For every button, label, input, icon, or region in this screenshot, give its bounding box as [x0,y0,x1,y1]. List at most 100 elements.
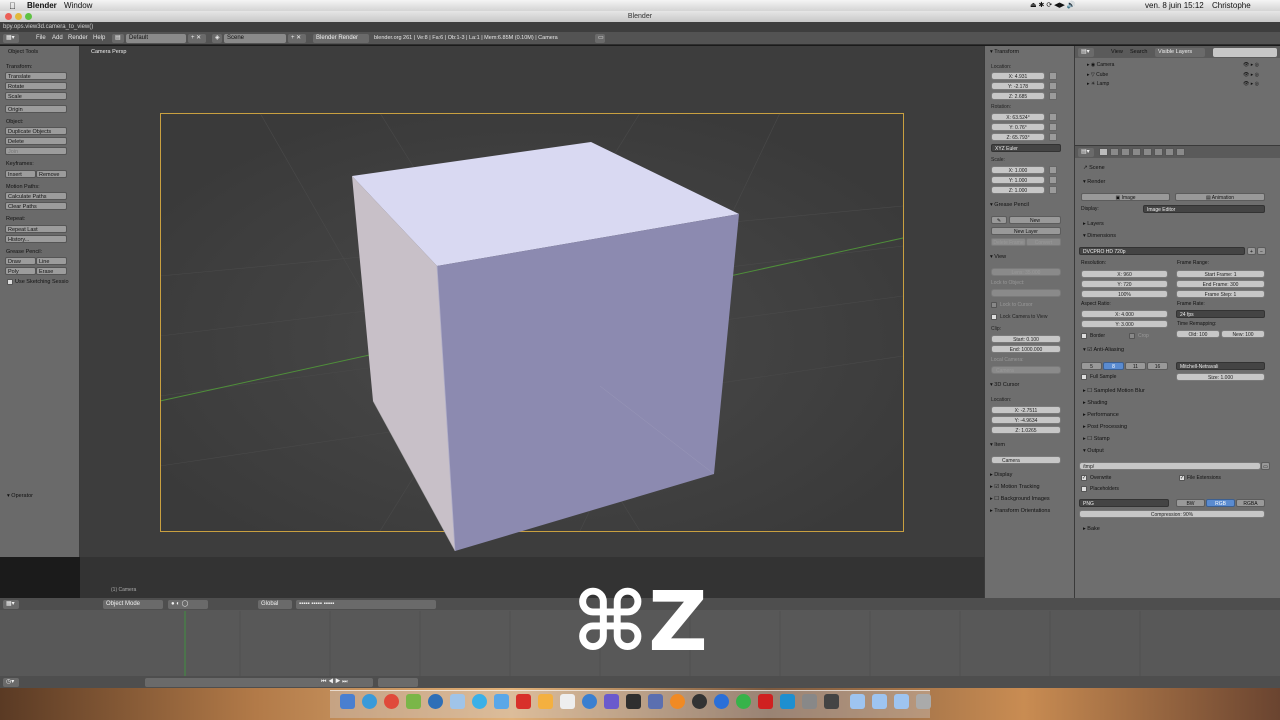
safari-icon[interactable] [362,694,377,709]
erase-button[interactable]: Erase [36,267,67,275]
panel-transform-header[interactable]: ▾ Transform [990,49,1019,55]
lock-cursor-checkbox[interactable] [991,302,997,308]
rotation-y-field[interactable]: Y: 0.76° [991,123,1045,131]
rotate-button[interactable]: Rotate [5,82,67,90]
color-rgb-button[interactable]: RGB [1206,499,1235,507]
panel-shading-header[interactable]: ▸ Shading [1083,400,1107,406]
origin-button[interactable]: Origin [5,105,67,113]
rotation-z-field[interactable]: Z: 65.793° [991,133,1045,141]
aa-samples-16[interactable]: 16 [1147,362,1168,370]
app-icon[interactable] [714,694,729,709]
history-button[interactable]: History... [5,235,67,243]
output-path-input[interactable]: /tmp/ [1079,462,1261,470]
draw-button[interactable]: Draw [5,257,36,265]
aa-filter-dropdown[interactable]: Mitchell-Netravali [1176,362,1265,370]
menu-app[interactable]: Blender [27,1,57,10]
folder-icon[interactable] [850,694,865,709]
scale-x-field[interactable]: X: 1.000 [991,166,1045,174]
trash-icon[interactable] [916,694,931,709]
lock-object-field[interactable] [991,289,1061,297]
local-camera-field[interactable]: Camera [991,366,1061,374]
render-image-button[interactable]: ▣ Image [1081,193,1170,201]
scale-button[interactable]: Scale [5,92,67,100]
acrobat-icon[interactable] [758,694,773,709]
panel-render-header[interactable]: ▾ Render [1083,179,1105,185]
sync-dropdown[interactable] [378,678,418,687]
cursor-z-field[interactable]: Z: 1.0265 [991,426,1061,434]
lock-icon[interactable] [1049,92,1057,100]
orientation-dropdown[interactable]: Global [258,600,292,609]
full-sample-checkbox[interactable] [1081,374,1087,380]
line-button[interactable]: Line [36,257,67,265]
visibility-icons[interactable]: 👁 ▸ ◎ [1243,81,1259,87]
menu-render[interactable]: Render [68,34,88,43]
editor-type-icon[interactable]: ▦▾ [3,600,19,609]
compression-slider[interactable]: Compression: 90% [1079,510,1265,518]
lock-icon[interactable] [1049,123,1057,131]
render-animation-button[interactable]: ▤ Animation [1175,193,1265,201]
rotation-mode-dropdown[interactable]: XYZ Euler [991,144,1061,152]
folder-icon[interactable] [894,694,909,709]
end-frame-field[interactable]: End Frame: 300 [1176,280,1265,288]
panel-post-processing-header[interactable]: ▸ Post Processing [1083,424,1127,430]
panel-display-header[interactable]: ▸ Display [990,472,1012,478]
border-checkbox[interactable] [1081,333,1087,339]
finder-icon[interactable] [340,694,355,709]
reports-icon[interactable]: ▭ [595,34,605,43]
lock-camera-checkbox[interactable] [991,314,997,320]
render-preset-dropdown[interactable]: DVCPRO HD 720p [1079,247,1245,255]
editor-type-icon[interactable]: ▤▾ [1078,148,1094,157]
cursor-x-field[interactable]: X: -2.7511 [991,406,1061,414]
lock-icon[interactable] [1049,176,1057,184]
aa-samples-8[interactable]: 8 [1103,362,1124,370]
app-icon[interactable] [560,694,575,709]
poly-button[interactable]: Poly [5,267,36,275]
panel-motion-tracking-header[interactable]: ▸ ☑ Motion Tracking [990,484,1040,490]
pencil-icon[interactable]: ✎ [991,216,1007,224]
mail-icon[interactable] [450,694,465,709]
panel-3d-cursor-header[interactable]: ▾ 3D Cursor [990,382,1019,388]
color-bw-button[interactable]: BW [1176,499,1205,507]
menubar-user[interactable]: Christophe [1212,1,1251,10]
scene-icon[interactable]: ◈ [212,34,222,43]
status-icons[interactable]: ⏏ ✱ ⟳ ◀▶ 🔊 [1030,1,1076,9]
file-extensions-checkbox[interactable]: ✓ [1179,475,1185,481]
app-icon[interactable] [802,694,817,709]
editor-type-icon[interactable]: ▦▾ [3,34,19,43]
app-icon[interactable] [780,694,795,709]
aspect-y-field[interactable]: Y: 3.000 [1081,320,1168,328]
shading-buttons[interactable]: ● ◐ ◯ [168,600,208,609]
app-icon[interactable] [824,694,839,709]
panel-performance-header[interactable]: ▸ Performance [1083,412,1119,418]
minimize-icon[interactable] [15,13,22,20]
screen-add-remove[interactable]: + ✕ [188,34,206,43]
panel-output-header[interactable]: ▾ Output [1083,448,1104,454]
scene-field[interactable]: Scene [224,34,286,43]
outliner-search-input[interactable] [1213,48,1277,57]
aspect-x-field[interactable]: X: 4.000 [1081,310,1168,318]
gp-delete-frame-button[interactable]: Delete Frame [991,238,1026,246]
app-icon[interactable] [538,694,553,709]
folder-icon[interactable]: ▭ [1261,462,1270,470]
clip-start-field[interactable]: Start: 0.100 [991,335,1061,343]
app-icon[interactable] [626,694,641,709]
screen-icon[interactable]: ▤ [112,34,124,43]
panel-dimensions-header[interactable]: ▾ Dimensions [1083,233,1116,239]
overwrite-checkbox[interactable]: ✓ [1081,475,1087,481]
mode-dropdown[interactable]: Object Mode [103,600,163,609]
lock-icon[interactable] [1049,82,1057,90]
aa-size-field[interactable]: Size: 1.000 [1176,373,1265,381]
menu-add[interactable]: Add [52,34,63,43]
app-icon[interactable] [736,694,751,709]
clip-end-field[interactable]: End: 1000.000 [991,345,1061,353]
panel-item-header[interactable]: ▾ Item [990,442,1005,448]
blender-icon[interactable] [670,694,685,709]
panel-layers-header[interactable]: ▸ Layers [1083,221,1104,227]
close-icon[interactable] [5,13,12,20]
resolution-percent-field[interactable]: 100% [1081,290,1168,298]
lock-icon[interactable] [1049,133,1057,141]
panel-grease-pencil-header[interactable]: ▾ Grease Pencil [990,202,1029,208]
folder-icon[interactable] [872,694,887,709]
resolution-x-field[interactable]: X: 960 [1081,270,1168,278]
app-icon[interactable] [428,694,443,709]
